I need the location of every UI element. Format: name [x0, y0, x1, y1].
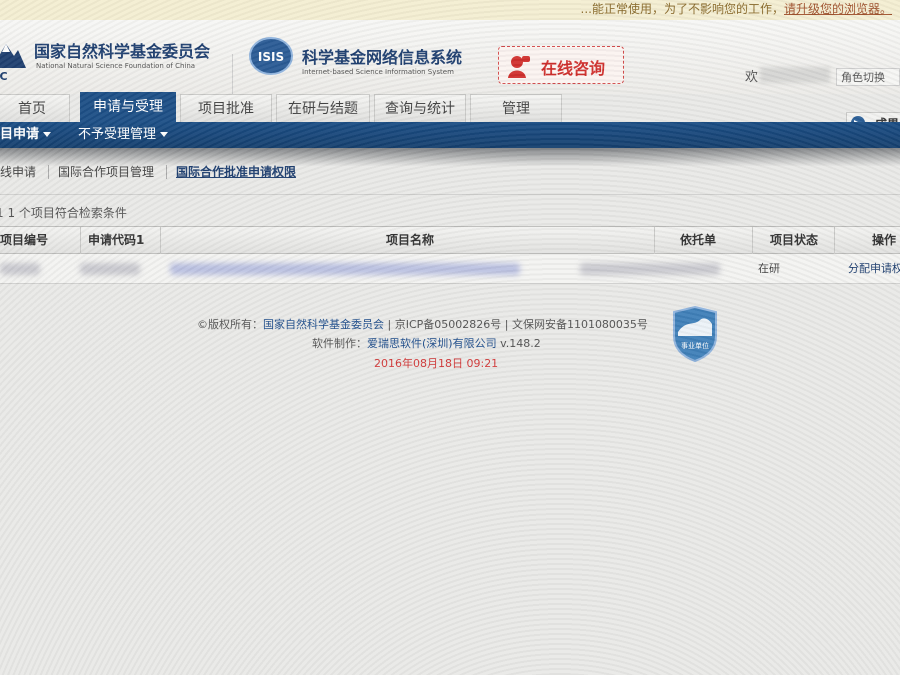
software-prefix: 软件制作： [312, 337, 367, 350]
project-number-redacted [0, 263, 40, 275]
footer-timestamp: 2016年08月18日 09:21 [374, 357, 499, 370]
subnav-application-label: 目申请 [0, 127, 40, 142]
tab-ongoing[interactable]: 在研与结题 [276, 94, 370, 122]
software-version: v.148.2 [496, 337, 541, 350]
institution-badge-icon[interactable]: 事业单位 [672, 306, 718, 362]
column-divider [80, 227, 81, 255]
breadcrumb-current: 国际合作批准申请权限 [176, 165, 297, 179]
icp-text: | 京ICP备05002826号 | 文保网安备1101080035号 [384, 318, 648, 331]
system-name: 科学基金网络信息系统 [302, 48, 463, 67]
table-row[interactable]: 在研 分配申请权 [0, 254, 900, 284]
isis-logo-icon: ISIS [249, 37, 293, 75]
breadcrumb-divider [166, 165, 167, 179]
institution-redacted [580, 263, 720, 275]
username-redacted [760, 67, 830, 83]
mountain-icon [0, 44, 26, 68]
assign-permission-link[interactable]: 分配申请权 [848, 254, 900, 284]
org-name: 国家自然科学基金委员会 [34, 42, 211, 61]
column-divider [834, 227, 835, 255]
chevron-down-icon [43, 132, 52, 137]
main-tabs: 首页 申请与受理 项目批准 在研与结题 查询与统计 管理 [0, 92, 900, 122]
column-divider [160, 227, 161, 255]
project-name-redacted [170, 263, 520, 275]
col-project-name[interactable]: 项目名称 [386, 227, 434, 253]
chevron-down-icon [160, 132, 169, 137]
col-action: 操作 [872, 233, 897, 247]
isis-logo-text: ISIS [258, 50, 284, 64]
sub-navigation: 目申请 不予受理管理 [0, 122, 900, 148]
online-consult-button[interactable]: 在线咨询 [498, 46, 624, 84]
nsfc-logo[interactable]: FC 国家自然科学基金委员会 National Natural Science … [0, 34, 222, 84]
divider [0, 194, 900, 195]
breadcrumb: 线申请 国际合作项目管理 国际合作批准申请权限 [0, 162, 900, 184]
column-divider [752, 227, 753, 255]
col-project-number[interactable]: 项目编号 [0, 227, 48, 253]
badge-label: 事业单位 [681, 341, 709, 350]
column-divider [654, 227, 655, 255]
breadcrumb-divider [48, 165, 49, 179]
online-consult-label: 在线咨询 [541, 59, 606, 78]
tab-home[interactable]: 首页 [0, 94, 70, 122]
tab-approval[interactable]: 项目批准 [180, 94, 272, 122]
breadcrumb-online-application[interactable]: 线申请 [0, 162, 36, 182]
system-name-en: Internet-based Science Information Syste… [302, 68, 454, 76]
copyright-prefix: ©版权所有： [197, 318, 263, 331]
software-vendor-link[interactable]: 爱瑞思软件(深圳)有限公司 [367, 337, 497, 350]
upgrade-browser-link[interactable]: 请升级您的浏览器。 [784, 2, 892, 16]
subnav-rejection-label: 不予受理管理 [78, 127, 157, 142]
notice-text: ...能正常使用，为了不影响您的工作， [580, 2, 784, 16]
header-divider [232, 54, 233, 94]
project-table: 项目编号 申请代码1 项目名称 依托单 项目状态 操作 在研 分配申请权 [0, 226, 900, 288]
subnav-application[interactable]: 目申请 [0, 122, 52, 148]
subnav-rejection-management[interactable]: 不予受理管理 [78, 122, 169, 148]
project-status-cell: 在研 [758, 262, 780, 275]
table-header: 项目编号 申请代码1 项目名称 依托单 项目状态 操作 [0, 226, 900, 255]
role-switch-select[interactable]: 角色切换 [836, 68, 900, 86]
footer-software: 软件制作：爱瑞思软件(深圳)有限公司 v.148.2 [312, 335, 541, 351]
org-abbr: FC [0, 70, 8, 83]
page-footer: ©版权所有：国家自然科学基金委员会 | 京ICP备05002826号 | 文保网… [0, 312, 900, 382]
tab-application[interactable]: 申请与受理 [80, 92, 176, 122]
footer-copyright: ©版权所有：国家自然科学基金委员会 | 京ICP备05002826号 | 文保网… [197, 316, 648, 332]
browser-notice: ...能正常使用，为了不影响您的工作，请升级您的浏览器。 [0, 0, 900, 20]
breadcrumb-intl-project-management[interactable]: 国际合作项目管理 [58, 162, 154, 182]
welcome-text: 欢 [745, 70, 759, 85]
tab-manage[interactable]: 管理 [470, 94, 562, 122]
col-application-code[interactable]: 申请代码1 [88, 227, 144, 253]
org-name-en: National Natural Science Foundation of C… [36, 62, 196, 70]
user-chat-icon [508, 56, 530, 78]
copyright-org-link[interactable]: 国家自然科学基金委员会 [263, 318, 384, 331]
col-project-status[interactable]: 项目状态 [770, 227, 818, 253]
site-header: FC 国家自然科学基金委员会 National Natural Science … [0, 20, 900, 94]
match-count: 1 1 个项目符合检索条件 [0, 206, 127, 220]
application-code-redacted [80, 263, 140, 275]
col-institution[interactable]: 依托单 [680, 227, 716, 253]
tab-query[interactable]: 查询与统计 [374, 94, 466, 122]
